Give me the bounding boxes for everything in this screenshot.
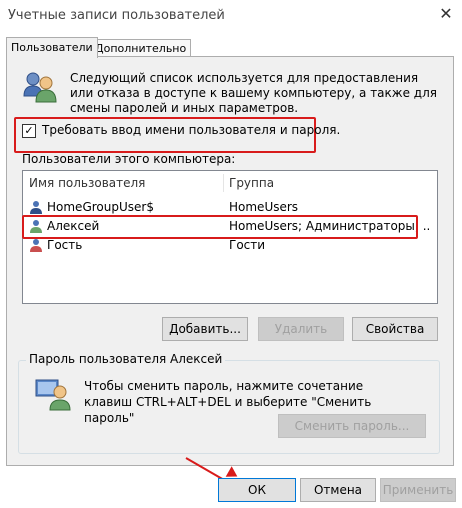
- require-login-label[interactable]: Требовать ввод имени пользователя и паро…: [42, 123, 340, 137]
- user-name: HomeGroupUser$: [47, 200, 154, 214]
- tab-advanced[interactable]: Дополнительно: [90, 39, 192, 57]
- add-user-button[interactable]: Добавить...: [162, 317, 248, 341]
- password-group-title: Пароль пользователя Алексей: [26, 352, 226, 366]
- column-header-name[interactable]: Имя пользователя: [29, 173, 145, 193]
- description-text: Следующий список используется для предос…: [70, 71, 437, 115]
- user-key-icon: [34, 376, 74, 412]
- change-password-button[interactable]: Сменить пароль...: [278, 414, 426, 438]
- user-name: Гость: [47, 238, 83, 252]
- checkmark-icon: ✓: [24, 124, 34, 137]
- column-divider: [223, 174, 224, 192]
- cancel-button[interactable]: Отмена: [300, 478, 376, 502]
- window-title: Учетные записи пользователей: [8, 8, 225, 23]
- selected-row-highlight: [22, 215, 418, 239]
- properties-button[interactable]: Свойства: [352, 317, 438, 341]
- table-row[interactable]: Гость Гости: [25, 237, 431, 254]
- table-row[interactable]: HomeGroupUser$ HomeUsers: [25, 199, 431, 216]
- column-header-group[interactable]: Группа: [229, 173, 274, 193]
- ok-button[interactable]: ОК: [218, 478, 296, 502]
- require-login-checkbox[interactable]: ✓: [22, 124, 36, 138]
- apply-button[interactable]: Применить: [380, 478, 456, 502]
- tab-users[interactable]: Пользователи: [6, 37, 98, 58]
- user-icon: [29, 238, 43, 252]
- user-group: Гости: [229, 238, 266, 252]
- users-icon: [22, 70, 58, 104]
- remove-user-button[interactable]: Удалить: [258, 317, 344, 341]
- close-icon[interactable]: ✕: [436, 4, 456, 24]
- user-icon: [29, 200, 43, 214]
- user-group: HomeUsers: [229, 200, 299, 214]
- users-list-label: Пользователи этого компьютера:: [22, 152, 236, 166]
